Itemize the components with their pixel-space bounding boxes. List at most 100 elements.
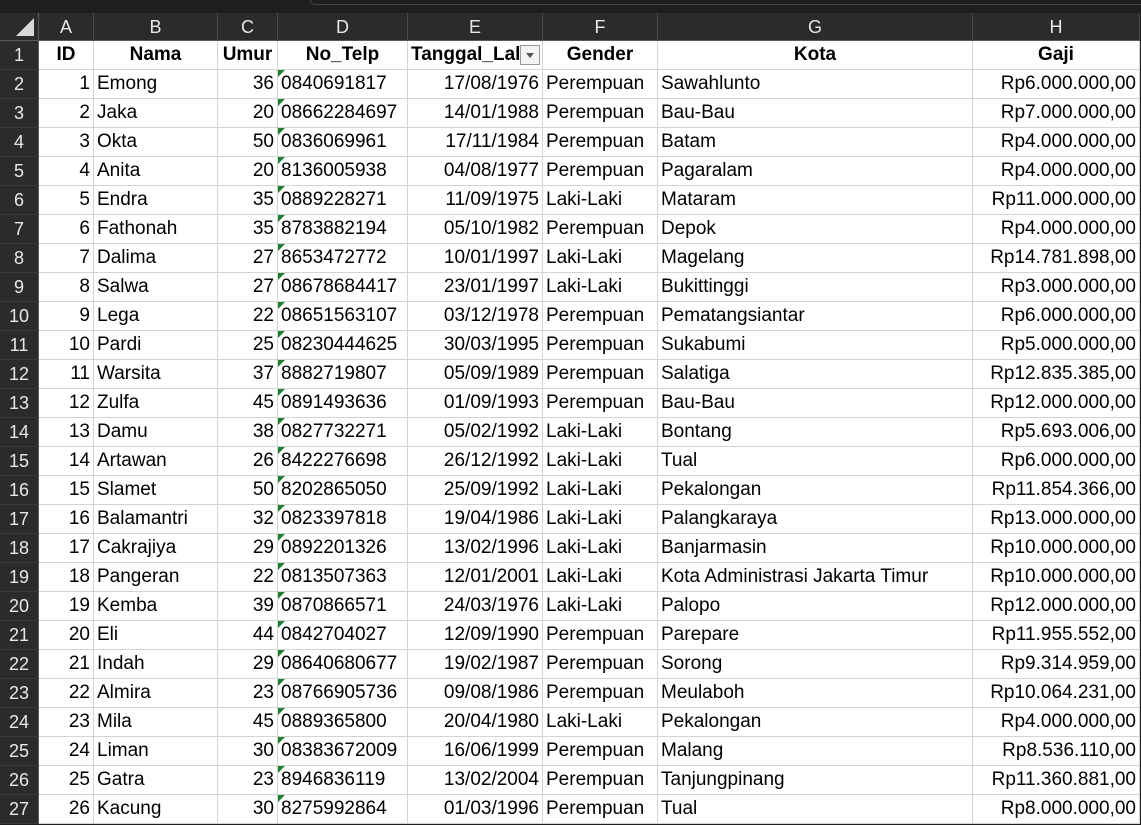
cell-a[interactable]: 24 <box>39 737 94 766</box>
cell-a[interactable]: 4 <box>39 157 94 186</box>
cell-c[interactable]: 23 <box>218 766 278 795</box>
cell-d[interactable]: 08766905736 <box>278 679 408 708</box>
cell-b[interactable]: Lega <box>94 302 218 331</box>
cell-a[interactable]: 6 <box>39 215 94 244</box>
row-number[interactable]: 27 <box>0 795 39 824</box>
cell-g[interactable]: Tanjungpinang <box>658 766 973 795</box>
cell-f[interactable]: Laki-Laki <box>543 447 658 476</box>
row-number[interactable]: 19 <box>0 563 39 592</box>
cell-b[interactable]: Cakrajiya <box>94 534 218 563</box>
row-number[interactable]: 14 <box>0 418 39 447</box>
row-number[interactable]: 5 <box>0 157 39 186</box>
cell-g[interactable]: Kota Administrasi Jakarta Timur <box>658 563 973 592</box>
cell-h[interactable]: Rp9.314.959,00 <box>973 650 1140 679</box>
cell-d[interactable]: 8136005938 <box>278 157 408 186</box>
cell-g[interactable]: Depok <box>658 215 973 244</box>
cell-h[interactable]: Rp10.000.000,00 <box>973 534 1140 563</box>
cell-d[interactable]: 0870866571 <box>278 592 408 621</box>
cell-e[interactable]: 26/12/1992 <box>408 447 543 476</box>
cell-a[interactable]: 21 <box>39 650 94 679</box>
cell-f[interactable]: Perempuan <box>543 215 658 244</box>
cell-c[interactable]: 27 <box>218 273 278 302</box>
row-number[interactable]: 12 <box>0 360 39 389</box>
cell-d[interactable]: 08651563107 <box>278 302 408 331</box>
cell-d[interactable]: 0889365800 <box>278 708 408 737</box>
cell-a[interactable]: 19 <box>39 592 94 621</box>
filter-dropdown-icon[interactable] <box>520 45 540 65</box>
cell-g[interactable]: Meulaboh <box>658 679 973 708</box>
cell-h[interactable]: Rp7.000.000,00 <box>973 99 1140 128</box>
cell-b[interactable]: Jaka <box>94 99 218 128</box>
cell-b[interactable]: Eli <box>94 621 218 650</box>
cell-e[interactable]: 09/08/1986 <box>408 679 543 708</box>
cell-e[interactable]: 03/12/1978 <box>408 302 543 331</box>
cell-d[interactable]: 8946836119 <box>278 766 408 795</box>
cell-f[interactable]: Perempuan <box>543 360 658 389</box>
cell-d[interactable]: 8202865050 <box>278 476 408 505</box>
cell-f[interactable]: Laki-Laki <box>543 186 658 215</box>
cell-a[interactable]: 3 <box>39 128 94 157</box>
cell-c[interactable]: 29 <box>218 534 278 563</box>
cell-a[interactable]: 5 <box>39 186 94 215</box>
cell-h[interactable]: Rp14.781.898,00 <box>973 244 1140 273</box>
cell-f[interactable]: Perempuan <box>543 157 658 186</box>
cell-c[interactable]: 27 <box>218 244 278 273</box>
cell-g[interactable]: Pekalongan <box>658 476 973 505</box>
cell-g[interactable]: Pematangsiantar <box>658 302 973 331</box>
cell-f[interactable]: Perempuan <box>543 389 658 418</box>
cell-a[interactable]: 8 <box>39 273 94 302</box>
cell-f[interactable]: Laki-Laki <box>543 563 658 592</box>
cell-b[interactable]: Anita <box>94 157 218 186</box>
cell-g[interactable]: Sorong <box>658 650 973 679</box>
cell-a[interactable]: 11 <box>39 360 94 389</box>
cell-g[interactable]: Malang <box>658 737 973 766</box>
cell-e[interactable]: 13/02/1996 <box>408 534 543 563</box>
cell-g[interactable]: Bukittinggi <box>658 273 973 302</box>
row-number[interactable]: 24 <box>0 708 39 737</box>
column-header-c[interactable]: C <box>218 13 278 41</box>
row-number[interactable]: 20 <box>0 592 39 621</box>
row-number[interactable]: 25 <box>0 737 39 766</box>
row-number[interactable]: 13 <box>0 389 39 418</box>
cell-c[interactable]: 45 <box>218 708 278 737</box>
row-number[interactable]: 17 <box>0 505 39 534</box>
cell-e[interactable]: 01/03/1996 <box>408 795 543 824</box>
cell-f[interactable]: Laki-Laki <box>543 273 658 302</box>
cell-d[interactable]: 0823397818 <box>278 505 408 534</box>
cell-f[interactable]: Perempuan <box>543 766 658 795</box>
row-number[interactable]: 21 <box>0 621 39 650</box>
cell-g[interactable]: Bontang <box>658 418 973 447</box>
header-cell-nama[interactable]: Nama <box>94 41 218 70</box>
cell-h[interactable]: Rp11.955.552,00 <box>973 621 1140 650</box>
cell-e[interactable]: 19/02/1987 <box>408 650 543 679</box>
cell-g[interactable]: Salatiga <box>658 360 973 389</box>
row-number[interactable]: 1 <box>0 41 39 70</box>
cell-g[interactable]: Bau-Bau <box>658 99 973 128</box>
cell-b[interactable]: Slamet <box>94 476 218 505</box>
header-cell-umur[interactable]: Umur <box>218 41 278 70</box>
cell-a[interactable]: 2 <box>39 99 94 128</box>
cell-a[interactable]: 18 <box>39 563 94 592</box>
row-number[interactable]: 11 <box>0 331 39 360</box>
cell-e[interactable]: 05/02/1992 <box>408 418 543 447</box>
cell-c[interactable]: 30 <box>218 795 278 824</box>
header-cell-tanggallal[interactable]: Tanggal_Lal <box>408 41 543 70</box>
cell-b[interactable]: Kacung <box>94 795 218 824</box>
cell-e[interactable]: 04/08/1977 <box>408 157 543 186</box>
cell-e[interactable]: 24/03/1976 <box>408 592 543 621</box>
cell-e[interactable]: 01/09/1993 <box>408 389 543 418</box>
cell-f[interactable]: Perempuan <box>543 650 658 679</box>
column-header-b[interactable]: B <box>94 13 218 41</box>
cell-b[interactable]: Indah <box>94 650 218 679</box>
cell-a[interactable]: 14 <box>39 447 94 476</box>
cell-c[interactable]: 22 <box>218 302 278 331</box>
cell-c[interactable]: 35 <box>218 215 278 244</box>
cell-f[interactable]: Perempuan <box>543 737 658 766</box>
cell-f[interactable]: Laki-Laki <box>543 476 658 505</box>
cell-g[interactable]: Mataram <box>658 186 973 215</box>
cell-c[interactable]: 44 <box>218 621 278 650</box>
cell-e[interactable]: 16/06/1999 <box>408 737 543 766</box>
cell-e[interactable]: 23/01/1997 <box>408 273 543 302</box>
cell-h[interactable]: Rp4.000.000,00 <box>973 215 1140 244</box>
row-number[interactable]: 3 <box>0 99 39 128</box>
